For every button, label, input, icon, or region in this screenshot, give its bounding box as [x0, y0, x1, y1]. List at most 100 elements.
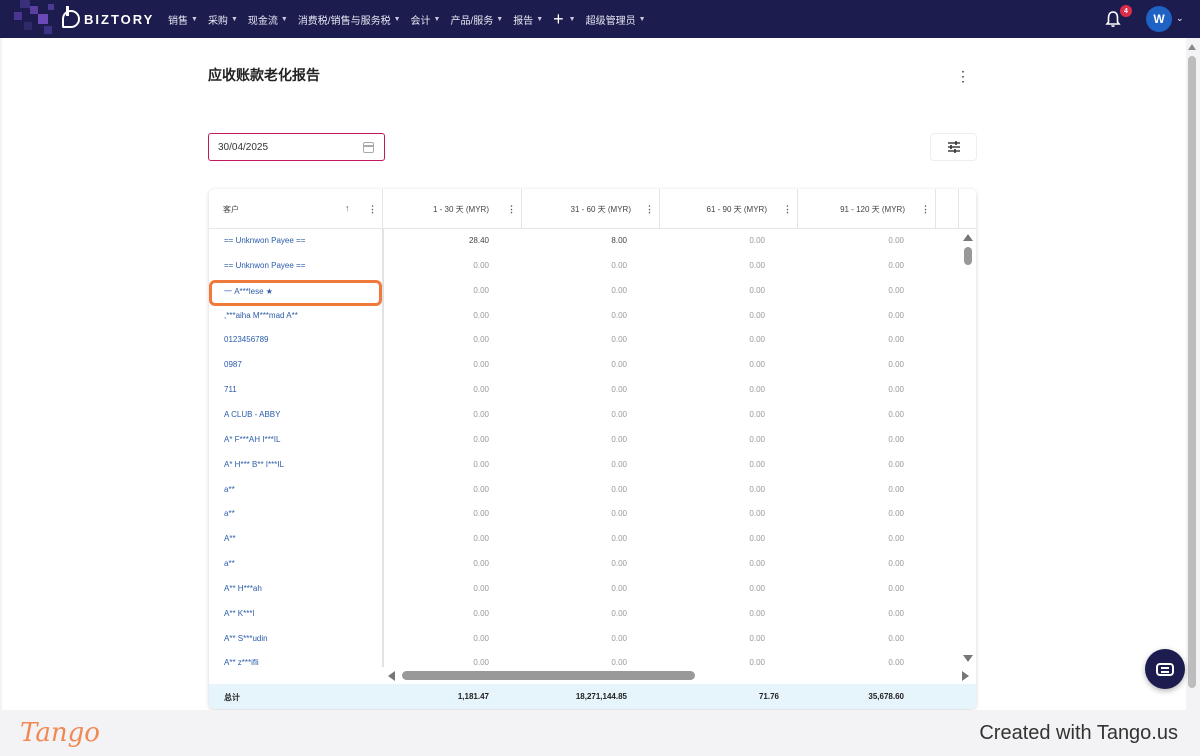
- aging-cell-4: 0.00: [888, 260, 904, 270]
- tango-footer: Tango Created with Tango.us: [0, 710, 1200, 756]
- scroll-left-icon[interactable]: [388, 671, 395, 681]
- chevron-down-icon: ▼: [568, 15, 576, 23]
- report-date-input[interactable]: 30/04/2025: [208, 133, 385, 161]
- aging-cell-1: 0.00: [473, 360, 489, 370]
- date-value: 30/04/2025: [218, 142, 269, 153]
- customer-link[interactable]: A**: [224, 534, 236, 543]
- table-row[interactable]: a** 0.00 0.00 0.00 0.00: [209, 552, 961, 577]
- aging-cell-2: 0.00: [611, 285, 627, 295]
- table-row[interactable]: ,***aiha M***mad A** 0.00 0.00 0.00 0.00: [209, 304, 961, 329]
- customer-link[interactable]: 0123456789: [224, 335, 269, 344]
- nav-item-admin[interactable]: 超级管理员 ▼: [586, 12, 646, 27]
- customer-link[interactable]: 711: [224, 385, 237, 394]
- table-row[interactable]: A* F***AH I***IL 0.00 0.00 0.00 0.00: [209, 428, 961, 453]
- aging-cell-2: 0.00: [611, 260, 627, 270]
- table-row[interactable]: A* H*** B** I***IL 0.00 0.00 0.00 0.00: [209, 453, 961, 478]
- nav-item-products[interactable]: 产品/服务 ▼: [450, 12, 503, 27]
- table-row[interactable]: A** K***l 0.00 0.00 0.00 0.00: [209, 602, 961, 627]
- notification-badge: 4: [1120, 5, 1132, 17]
- scroll-thumb[interactable]: [964, 247, 972, 265]
- customer-link[interactable]: a**: [224, 559, 235, 568]
- scroll-down-icon[interactable]: [963, 655, 973, 662]
- aging-cell-2: 0.00: [611, 459, 627, 469]
- table-row[interactable]: == Unknwon Payee == 0.00 0.00 0.00 0.00: [209, 254, 961, 279]
- customer-link[interactable]: A** z***ifli: [224, 658, 259, 667]
- nav-item-cashflow[interactable]: 现金流 ▼: [248, 12, 288, 27]
- chevron-down-icon[interactable]: ⌄: [1176, 13, 1184, 24]
- customer-link[interactable]: == Unknwon Payee ==: [224, 236, 305, 245]
- user-avatar[interactable]: W: [1146, 6, 1172, 32]
- scroll-right-icon[interactable]: [962, 671, 969, 681]
- bell-icon[interactable]: [1105, 10, 1121, 28]
- sort-ascending-icon[interactable]: ↑: [345, 203, 350, 213]
- aging-cell-1: 0.00: [473, 534, 489, 544]
- table-row[interactable]: == Unknwon Payee == 28.40 8.00 0.00 0.00: [209, 229, 961, 254]
- nav-item-purchase[interactable]: 采购 ▼: [208, 12, 238, 27]
- scroll-up-icon[interactable]: [963, 234, 973, 241]
- table-row[interactable]: A CLUB - ABBY 0.00 0.00 0.00 0.00: [209, 403, 961, 428]
- nav-item-sst[interactable]: 消费税/销售与服务税 ▼: [298, 12, 401, 27]
- chat-support-button[interactable]: [1145, 649, 1185, 689]
- aging-cell-3: 0.00: [749, 559, 765, 569]
- column-header-91-120[interactable]: 91 - 120 天 (MYR) ⋮: [797, 189, 935, 229]
- filter-settings-button[interactable]: [931, 134, 976, 160]
- aging-cell-2: 0.00: [611, 633, 627, 643]
- customer-link[interactable]: ,***aiha M***mad A**: [224, 311, 298, 320]
- table-row[interactable]: A** H***ah 0.00 0.00 0.00 0.00: [209, 577, 961, 602]
- chevron-down-icon: ▼: [393, 15, 401, 23]
- column-menu-icon[interactable]: ⋮: [645, 204, 654, 215]
- page-scrollbar[interactable]: [1188, 56, 1196, 688]
- column-header-customer[interactable]: 客户 ↑ ⋮: [223, 189, 383, 229]
- more-options-icon[interactable]: ⋮: [956, 68, 970, 84]
- aging-cell-3: 0.00: [749, 484, 765, 494]
- main-nav: 销售 ▼ 采购 ▼ 现金流 ▼ 消费税/销售与服务税 ▼ 会计 ▼ 产品/服务 ▼ 报告 ▼ …: [168, 0, 656, 38]
- column-header-31-60[interactable]: 31 - 60 天 (MYR) ⋮: [521, 189, 659, 229]
- table-row[interactable]: a** 0.00 0.00 0.00 0.00: [209, 502, 961, 527]
- column-menu-icon[interactable]: ⋮: [368, 204, 377, 215]
- column-menu-icon[interactable]: ⋮: [921, 204, 930, 215]
- top-navbar: BIZTORY 销售 ▼ 采购 ▼ 现金流 ▼ 消费税/销售与服务税 ▼ 会计 ▼ 产品/…: [0, 0, 1200, 38]
- aging-cell-4: 0.00: [888, 534, 904, 544]
- aging-cell-2: 0.00: [611, 335, 627, 345]
- column-menu-icon[interactable]: ⋮: [783, 204, 792, 215]
- table-row[interactable]: 0123456789 0.00 0.00 0.00 0.00: [209, 328, 961, 353]
- table-row[interactable]: a** 0.00 0.00 0.00 0.00: [209, 478, 961, 503]
- chat-icon: [1156, 662, 1174, 676]
- table-row[interactable]: 711 0.00 0.00 0.00 0.00: [209, 378, 961, 403]
- column-header-61-90[interactable]: 61 - 90 天 (MYR) ⋮: [659, 189, 797, 229]
- customer-link[interactable]: A** S***udin: [224, 634, 268, 643]
- table-row[interactable]: 0987 0.00 0.00 0.00 0.00: [209, 353, 961, 378]
- nav-item-reports[interactable]: 报告 ▼: [513, 12, 543, 27]
- column-menu-icon[interactable]: ⋮: [507, 204, 516, 215]
- total-1-30: 1,181.47: [457, 692, 489, 701]
- nav-item-accounting[interactable]: 会计 ▼: [411, 12, 441, 27]
- customer-link[interactable]: == Unknwon Payee ==: [224, 261, 305, 270]
- customer-link[interactable]: a**: [224, 485, 235, 494]
- customer-link[interactable]: A CLUB - ABBY: [224, 410, 280, 419]
- customer-link[interactable]: A** H***ah: [224, 584, 262, 593]
- page-scroll-up-icon[interactable]: [1188, 44, 1196, 50]
- brand-logo[interactable]: BIZTORY: [62, 6, 154, 29]
- customer-link[interactable]: A* H*** B** I***IL: [224, 460, 284, 469]
- customer-link[interactable]: A* F***AH I***IL: [224, 435, 280, 444]
- page-title: 应收账款老化报告: [208, 67, 320, 83]
- column-header-1-30[interactable]: 1 - 30 天 (MYR) ⋮: [383, 189, 521, 229]
- table-row[interactable]: A** 0.00 0.00 0.00 0.00: [209, 527, 961, 552]
- aging-cell-1: 0.00: [473, 633, 489, 643]
- aging-cell-2: 0.00: [611, 509, 627, 519]
- customer-link[interactable]: A** K***l: [224, 609, 254, 618]
- vertical-scrollbar[interactable]: [960, 229, 976, 667]
- customer-link[interactable]: 0987: [224, 360, 242, 369]
- nav-item-create[interactable]: + ▼: [553, 10, 575, 28]
- aging-cell-1: 0.00: [473, 385, 489, 395]
- horizontal-scrollbar[interactable]: [384, 668, 976, 684]
- nav-item-sales[interactable]: 销售 ▼: [168, 12, 198, 27]
- aging-cell-3: 0.00: [749, 335, 765, 345]
- customer-link[interactable]: a**: [224, 509, 235, 518]
- sliders-icon: [947, 141, 960, 153]
- scroll-thumb[interactable]: [402, 671, 695, 680]
- aging-cell-2: 0.00: [611, 310, 627, 320]
- table-row[interactable]: A** S***udin 0.00 0.00 0.00 0.00: [209, 627, 961, 652]
- calendar-icon[interactable]: [363, 142, 374, 153]
- tango-credit: Created with Tango.us: [979, 722, 1178, 744]
